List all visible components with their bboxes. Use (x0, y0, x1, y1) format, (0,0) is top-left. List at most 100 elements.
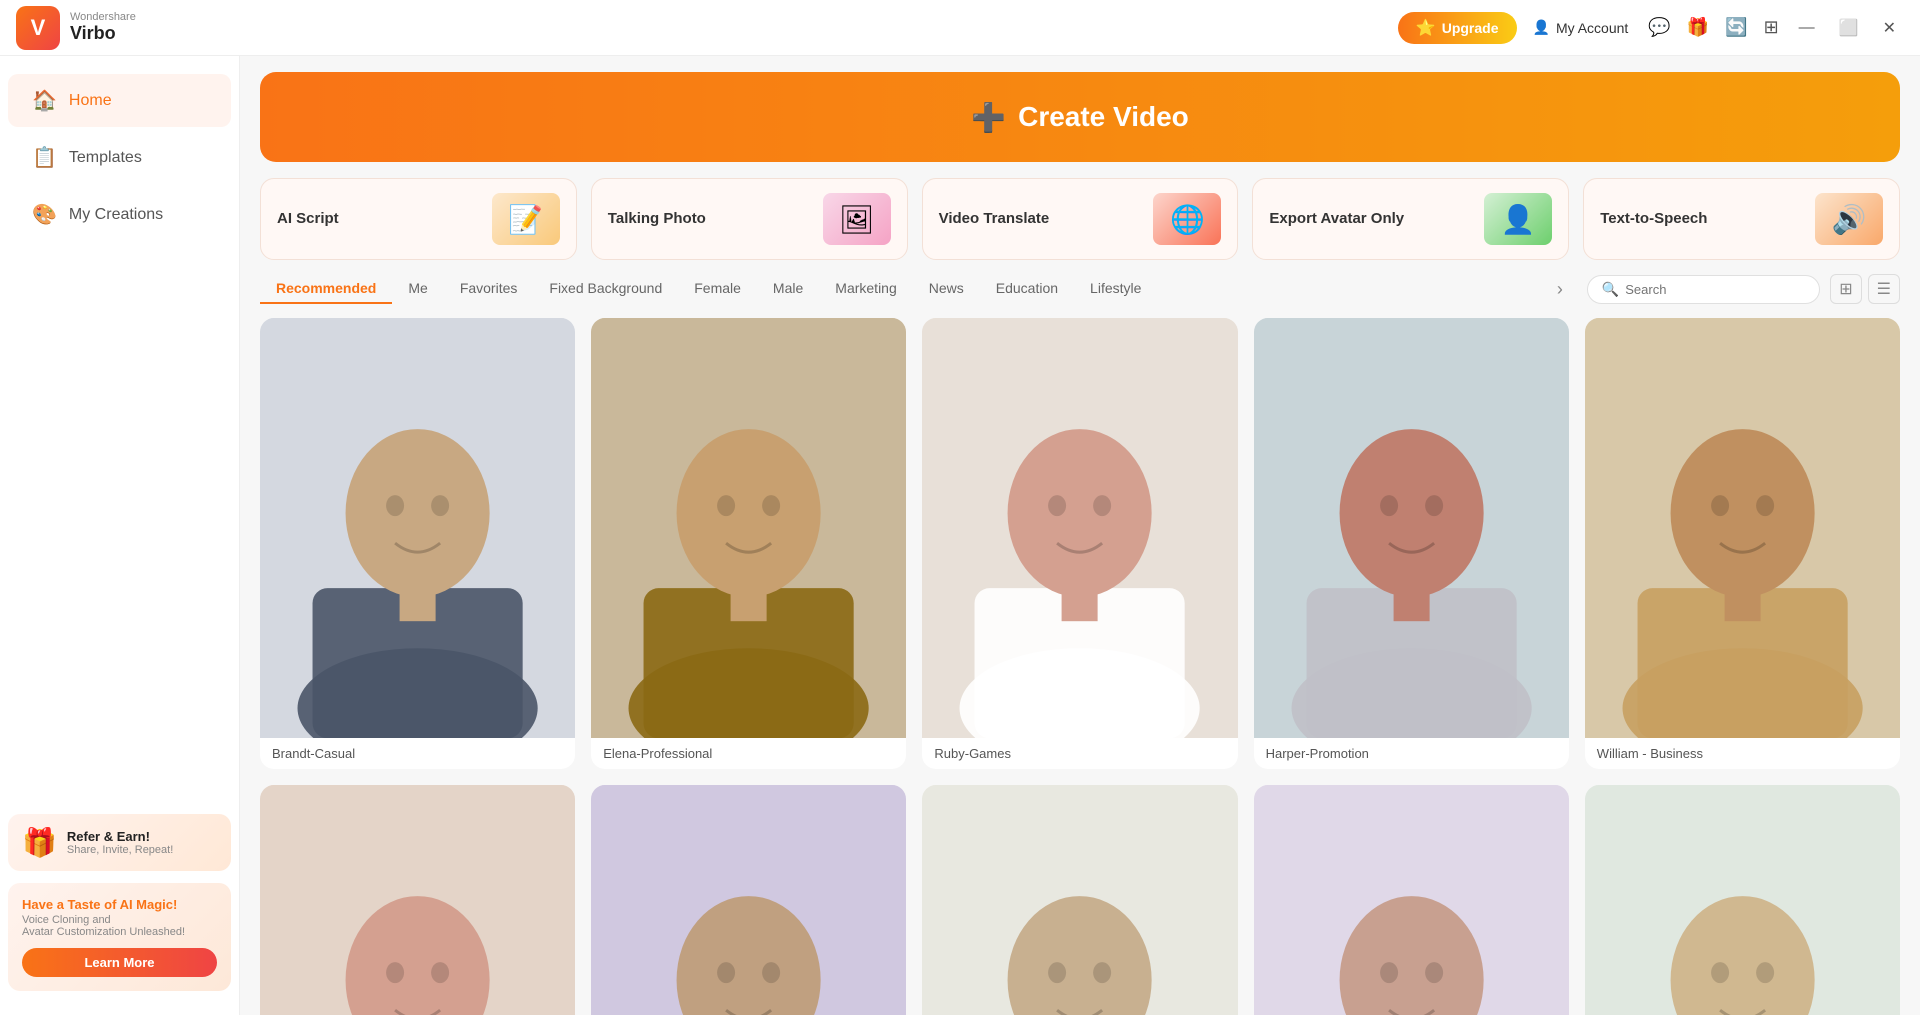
search-input[interactable] (1625, 282, 1805, 297)
tts-thumbnail: 🔊 (1815, 193, 1883, 245)
video-translate-label: Video Translate (939, 209, 1050, 229)
refer-title: Refer & Earn! (67, 829, 173, 844)
filter-tab-marketing[interactable]: Marketing (819, 274, 912, 304)
filter-tabs: RecommendedMeFavoritesFixed BackgroundFe… (260, 274, 1549, 304)
creations-label: My Creations (69, 206, 163, 224)
feature-card-export-avatar[interactable]: Export Avatar Only 👤 (1252, 178, 1569, 260)
avatar-card[interactable]: Avatar 7 (591, 785, 906, 1015)
talking-photo-label: Talking Photo (608, 209, 706, 229)
product-name: Virbo (70, 23, 136, 44)
sidebar-item-templates[interactable]: 📋 Templates (8, 131, 231, 184)
close-button[interactable]: ✕ (1875, 14, 1904, 42)
avatar-image (922, 785, 1237, 1015)
person-icon: 👤 (1533, 19, 1550, 36)
account-label: My Account (1556, 20, 1628, 36)
video-translate-thumbnail: 🌐 (1153, 193, 1221, 245)
main-layout: 🏠 Home 📋 Templates 🎨 My Creations 🎁 Refe… (0, 56, 1920, 1015)
ai-script-label: AI Script (277, 209, 339, 229)
sidebar-item-creations[interactable]: 🎨 My Creations (8, 188, 231, 241)
title-bar-actions: ⭐ Upgrade 👤 My Account 💬 🎁 🔄 ⊞ — ⬜ ✕ (1398, 12, 1904, 44)
avatar-image (591, 785, 906, 1015)
refer-sub: Share, Invite, Repeat! (67, 844, 173, 856)
avatar-card[interactable]: Avatar 10 (1585, 785, 1900, 1015)
filter-tab-news[interactable]: News (913, 274, 980, 304)
list-view-button[interactable]: ☰ (1868, 274, 1900, 304)
tts-icon: 🔊 (1832, 203, 1867, 236)
ai-magic-card[interactable]: Have a Taste of AI Magic! Voice Cloning … (8, 883, 231, 991)
talking-photo-icon: 🖼 (839, 203, 875, 236)
filter-tab-education[interactable]: Education (980, 274, 1074, 304)
search-icon: 🔍 (1602, 281, 1619, 298)
avatar-card[interactable]: Harper-Promotion (1254, 318, 1569, 769)
avatar-name: Ruby-Games (922, 738, 1237, 769)
avatar-card[interactable]: Ruby-Games (922, 318, 1237, 769)
creations-icon: 🎨 (32, 202, 57, 227)
maximize-button[interactable]: ⬜ (1831, 14, 1867, 42)
refresh-icon[interactable]: 🔄 (1721, 13, 1751, 42)
filter-tab-me[interactable]: Me (392, 274, 443, 304)
filter-tab-recommended[interactable]: Recommended (260, 274, 392, 304)
avatar-image (1254, 318, 1569, 738)
filter-tab-female[interactable]: Female (678, 274, 757, 304)
filter-tab-lifestyle[interactable]: Lifestyle (1074, 274, 1157, 304)
account-button[interactable]: 👤 My Account (1533, 19, 1629, 36)
refer-card[interactable]: 🎁 Refer & Earn! Share, Invite, Repeat! (8, 814, 231, 871)
search-box: 🔍 (1587, 275, 1820, 304)
ai-script-icon: 📝 (508, 203, 543, 236)
avatar-name: William - Business (1585, 738, 1900, 769)
feature-card-ai-script[interactable]: AI Script 📝 (260, 178, 577, 260)
grid-view-button[interactable]: ⊞ (1830, 274, 1861, 304)
learn-more-button[interactable]: Learn More (22, 948, 217, 977)
filter-tab-fixed-background[interactable]: Fixed Background (533, 274, 678, 304)
avatar-name: Elena-Professional (591, 738, 906, 769)
sidebar: 🏠 Home 📋 Templates 🎨 My Creations 🎁 Refe… (0, 56, 240, 1015)
ai-magic-desc: Voice Cloning and Avatar Customization U… (22, 914, 217, 938)
upgrade-button[interactable]: ⭐ Upgrade (1398, 12, 1517, 44)
avatar-card[interactable]: Avatar 9 (1254, 785, 1569, 1015)
ai-script-thumbnail: 📝 (492, 193, 560, 245)
app-name: Wondershare Virbo (70, 11, 136, 44)
plus-icon: ➕ (971, 101, 1006, 134)
export-avatar-icon: 👤 (1501, 203, 1536, 236)
filter-tab-favorites[interactable]: Favorites (444, 274, 534, 304)
avatar-name: Brandt-Casual (260, 738, 575, 769)
avatar-card[interactable]: Elena-Professional (591, 318, 906, 769)
avatar-image (922, 318, 1237, 738)
avatar-card[interactable]: Avatar 8 (922, 785, 1237, 1015)
sidebar-item-home[interactable]: 🏠 Home (8, 74, 231, 127)
export-avatar-label: Export Avatar Only (1269, 209, 1404, 229)
sidebar-bottom: 🎁 Refer & Earn! Share, Invite, Repeat! H… (0, 806, 239, 999)
avatar-image (260, 785, 575, 1015)
star-icon: ⭐ (1416, 18, 1436, 38)
grid-icon[interactable]: ⊞ (1760, 13, 1783, 42)
export-avatar-thumbnail: 👤 (1484, 193, 1552, 245)
feature-card-talking-photo[interactable]: Talking Photo 🖼 (591, 178, 908, 260)
filter-tab-male[interactable]: Male (757, 274, 819, 304)
app-logo: V (16, 6, 60, 50)
feature-card-video-translate[interactable]: Video Translate 🌐 (922, 178, 1239, 260)
minimize-button[interactable]: — (1791, 15, 1823, 41)
filter-row: RecommendedMeFavoritesFixed BackgroundFe… (240, 260, 1920, 304)
feature-card-tts[interactable]: Text-to-Speech 🔊 (1583, 178, 1900, 260)
message-icon[interactable]: 💬 (1644, 13, 1674, 42)
filter-more-icon[interactable]: › (1549, 275, 1571, 304)
avatar-image (1585, 785, 1900, 1015)
view-toggle: ⊞ ☰ (1830, 274, 1900, 304)
gift-icon[interactable]: 🎁 (1683, 13, 1713, 42)
avatar-card[interactable]: Brandt-Casual (260, 318, 575, 769)
app-branding: V Wondershare Virbo (16, 6, 136, 50)
avatar-name: Harper-Promotion (1254, 738, 1569, 769)
avatar-card[interactable]: Avatar 6 (260, 785, 575, 1015)
avatar-grid: Brandt-Casual Elena-Professional (240, 304, 1920, 1015)
home-icon: 🏠 (32, 88, 57, 113)
window-controls: 💬 🎁 🔄 ⊞ — ⬜ ✕ (1644, 13, 1904, 42)
avatar-card[interactable]: William - Business (1585, 318, 1900, 769)
create-video-banner[interactable]: ➕ Create Video (260, 72, 1900, 162)
templates-icon: 📋 (32, 145, 57, 170)
content-area: ➕ Create Video AI Script 📝 Talking Photo… (240, 56, 1920, 1015)
title-bar: V Wondershare Virbo ⭐ Upgrade 👤 My Accou… (0, 0, 1920, 56)
talking-photo-thumbnail: 🖼 (823, 193, 891, 245)
tts-label: Text-to-Speech (1600, 209, 1707, 229)
ai-magic-headline: Have a Taste of AI Magic! (22, 897, 217, 912)
refer-text: Refer & Earn! Share, Invite, Repeat! (67, 829, 173, 856)
